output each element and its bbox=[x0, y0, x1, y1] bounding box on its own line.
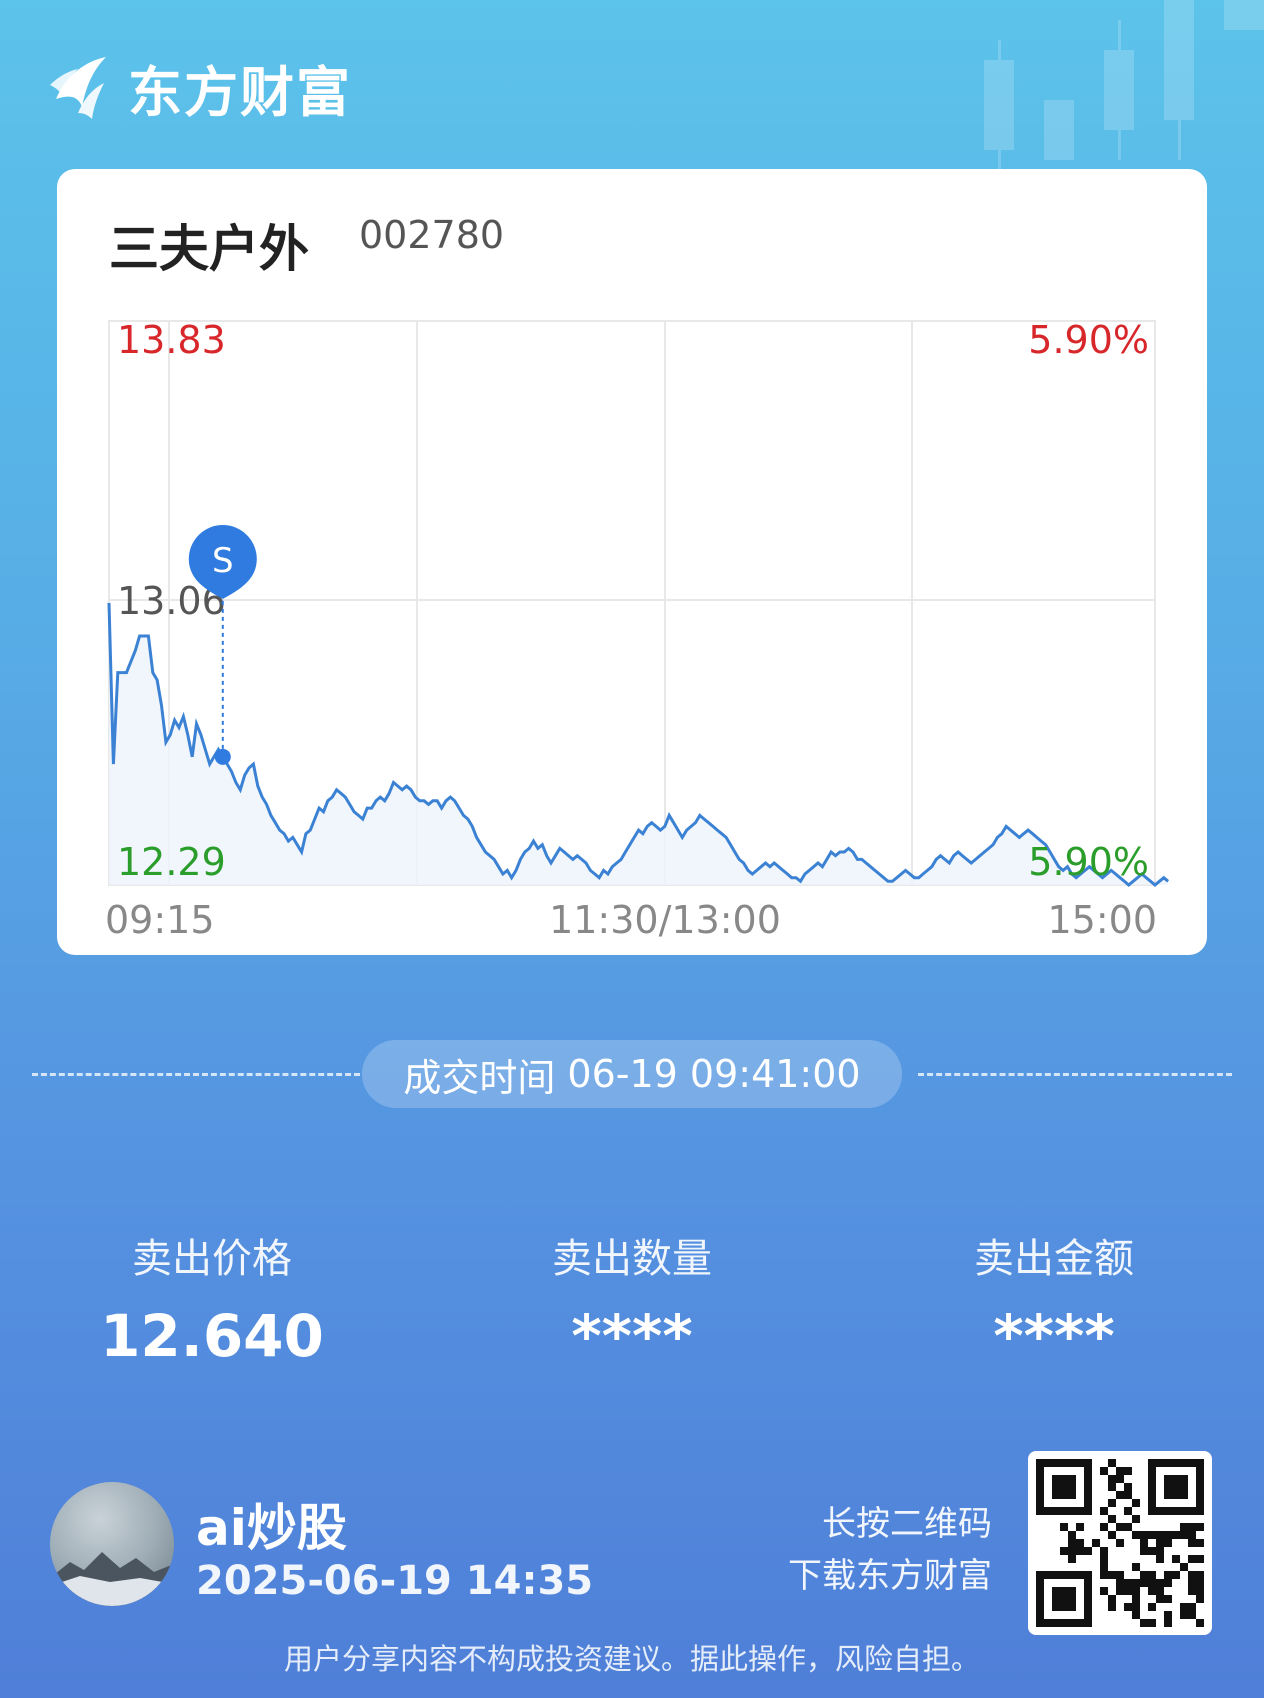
stat-sell-price: 卖出价格 12.640 bbox=[62, 1226, 362, 1370]
mountain-avatar-image bbox=[50, 1552, 174, 1606]
trade-time-value: 06-19 09:41:00 bbox=[567, 1052, 861, 1096]
intraday-price-chart[interactable]: 13.83 13.06 12.29 5.90% 5.90% 09:15 11:3… bbox=[57, 169, 1207, 955]
x-tick-midday: 11:30/13:00 bbox=[549, 898, 781, 942]
stat-value: **** bbox=[993, 1302, 1115, 1370]
qr-hint: 长按二维码 下载东方财富 bbox=[788, 1498, 992, 1602]
pct-low-label: 5.90% bbox=[1028, 840, 1149, 884]
y-axis-high-label: 13.83 bbox=[117, 318, 226, 362]
price-area-fill bbox=[109, 603, 1169, 885]
share-time: 2025-06-19 14:35 bbox=[196, 1558, 594, 1604]
avatar[interactable] bbox=[50, 1482, 174, 1606]
stat-label: 卖出数量 bbox=[552, 1236, 712, 1282]
qr-code-icon bbox=[1036, 1459, 1204, 1627]
stat-label: 卖出金额 bbox=[974, 1236, 1134, 1282]
qr-code[interactable] bbox=[1028, 1451, 1212, 1635]
sell-marker-dot bbox=[214, 748, 231, 765]
qr-hint-line1: 长按二维码 bbox=[822, 1504, 992, 1544]
pct-high-label: 5.90% bbox=[1028, 318, 1149, 362]
stat-label: 卖出价格 bbox=[132, 1236, 292, 1282]
trade-time-pill: 成交时间 06-19 09:41:00 bbox=[362, 1040, 902, 1108]
x-tick-close: 15:00 bbox=[1047, 898, 1157, 942]
background-candlestick-decoration bbox=[984, 0, 1264, 170]
divider-right bbox=[918, 1073, 1232, 1076]
brand-logo: 东方财富 bbox=[48, 48, 352, 127]
stat-value: 12.640 bbox=[100, 1302, 324, 1370]
stat-sell-amount: 卖出金额 **** bbox=[904, 1226, 1204, 1370]
x-tick-open: 09:15 bbox=[105, 898, 215, 942]
brand-name: 东方财富 bbox=[128, 61, 352, 124]
eastmoney-logo-icon bbox=[50, 56, 106, 119]
stock-chart-card: 三夫户外 002780 13.83 13.06 12.29 5.90% 5.90… bbox=[57, 169, 1207, 955]
stat-value: **** bbox=[571, 1302, 693, 1370]
qr-hint-line2: 下载东方财富 bbox=[788, 1556, 992, 1596]
divider-left bbox=[32, 1073, 360, 1076]
sell-marker-label: S bbox=[212, 541, 234, 581]
y-axis-low-label: 12.29 bbox=[117, 840, 226, 884]
stat-sell-quantity: 卖出数量 **** bbox=[482, 1226, 782, 1370]
disclaimer: 用户分享内容不构成投资建议。据此操作，风险自担。 bbox=[283, 1642, 980, 1676]
trade-time-label: 成交时间 bbox=[403, 1055, 556, 1100]
trade-time-row: 成交时间 06-19 09:41:00 bbox=[0, 1040, 1264, 1108]
user-name: ai炒股 bbox=[196, 1499, 347, 1557]
